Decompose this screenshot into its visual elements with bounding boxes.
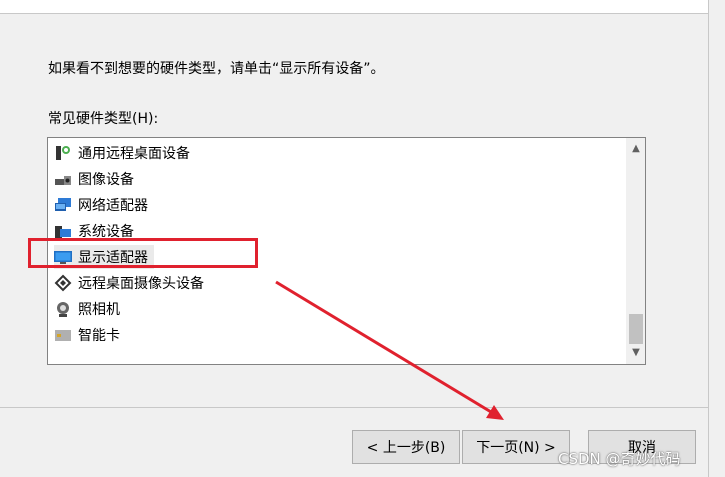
list-item[interactable]: 通用远程桌面设备 <box>54 141 196 165</box>
list-item[interactable]: 照相机 <box>54 297 126 321</box>
list-item-label: 远程桌面摄像头设备 <box>78 276 204 292</box>
scroll-up-icon[interactable]: ▲ <box>627 140 645 158</box>
webcam-icon <box>54 300 72 318</box>
list-item[interactable]: 智能卡 <box>54 323 126 347</box>
list-item[interactable]: 网络适配器 <box>54 193 154 217</box>
list-item-label: 照相机 <box>78 302 120 318</box>
listbox-scrollbar[interactable]: ▲ ▼ <box>626 138 645 364</box>
add-hardware-wizard: 如果看不到想要的硬件类型，请单击“显示所有设备”。 常见硬件类型(H): 通用远… <box>0 0 725 477</box>
list-item-label: 通用远程桌面设备 <box>78 146 190 162</box>
next-button[interactable]: 下一页(N) > <box>462 430 570 464</box>
instruction-text: 如果看不到想要的硬件类型，请单击“显示所有设备”。 <box>48 61 385 77</box>
smart-card-icon <box>54 326 72 344</box>
hardware-type-label: 常见硬件类型(H): <box>48 111 159 127</box>
scroll-thumb[interactable] <box>629 314 643 344</box>
back-button[interactable]: < 上一步(B) <box>352 430 460 464</box>
scroll-down-icon[interactable]: ▼ <box>627 344 645 362</box>
remote-camera-icon <box>54 274 72 292</box>
annotation-highlight-box <box>28 238 258 268</box>
network-adapter-icon <box>54 196 72 214</box>
list-item-label: 网络适配器 <box>78 198 148 214</box>
list-item[interactable]: 图像设备 <box>54 167 140 191</box>
list-item[interactable]: 远程桌面摄像头设备 <box>54 271 210 295</box>
remote-desktop-icon <box>54 144 72 162</box>
list-item-label: 智能卡 <box>78 328 120 344</box>
list-item-label: 图像设备 <box>78 172 134 188</box>
watermark: CSDN @奇妙代码 <box>558 450 681 468</box>
header-panel <box>0 0 709 14</box>
window-edge <box>708 0 709 477</box>
button-separator <box>0 407 708 408</box>
camera-scanner-icon <box>54 170 72 188</box>
